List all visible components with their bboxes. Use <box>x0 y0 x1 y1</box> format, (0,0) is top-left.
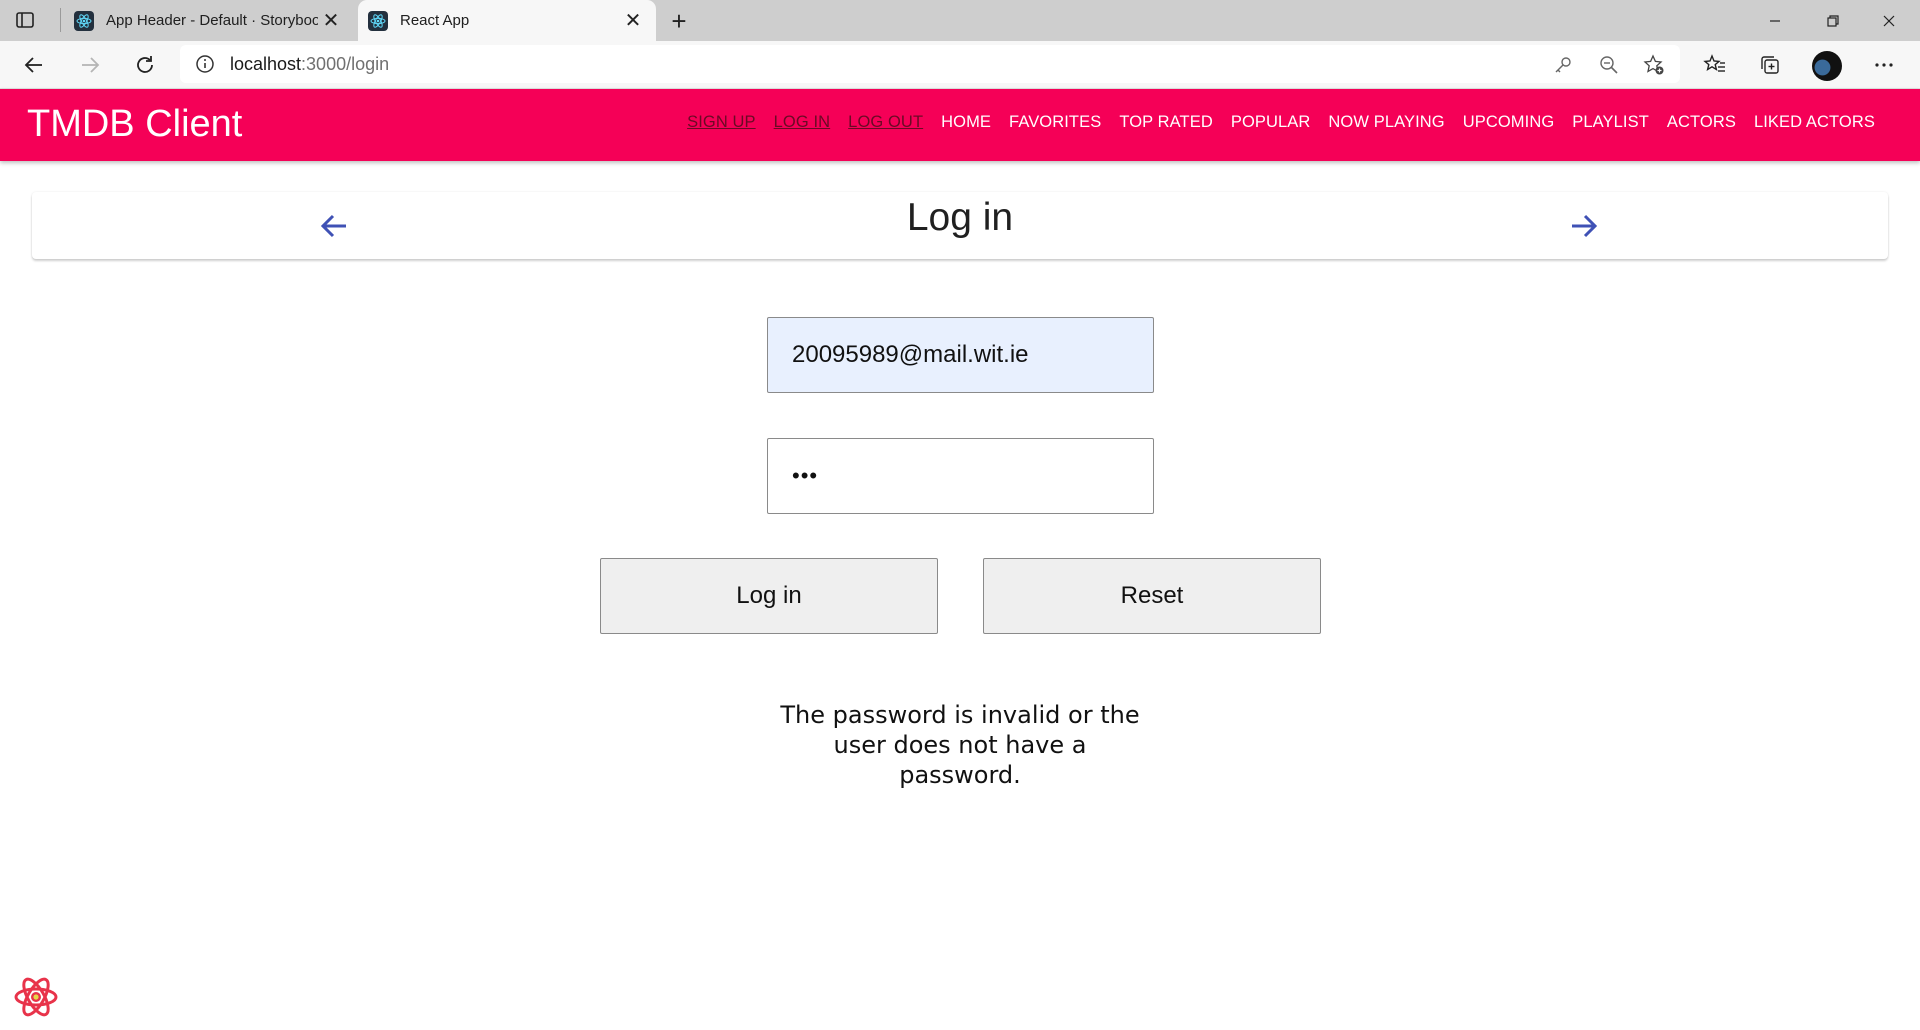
menu-item-favorites[interactable]: FAVORITES <box>1000 113 1110 132</box>
menu-item-playlist[interactable]: PLAYLIST <box>1563 113 1658 132</box>
error-line: user does not have a <box>833 731 1087 759</box>
arrow-forward-icon[interactable] <box>1564 206 1604 246</box>
browser-tab-react-app[interactable]: React App ✕ <box>358 0 656 41</box>
refresh-icon[interactable] <box>127 47 163 83</box>
zoom-out-icon[interactable] <box>1598 54 1620 76</box>
close-icon[interactable]: ✕ <box>318 8 344 34</box>
tab-title: App Header - Default · Storybook <box>106 12 318 29</box>
error-line: The password is invalid or the <box>780 701 1140 729</box>
new-tab-icon[interactable]: + <box>664 6 694 36</box>
password-field[interactable]: ••• <box>767 438 1154 514</box>
page-title: Log in <box>906 196 1014 239</box>
error-message: The password is invalid or the user does… <box>760 700 1160 790</box>
app-header: TMDB Client SIGN UP LOG IN LOG OUT HOME … <box>0 89 1920 161</box>
url-text: localhost:3000/login <box>230 54 389 75</box>
menu-item-popular[interactable]: POPULAR <box>1222 113 1320 132</box>
info-icon[interactable] <box>194 53 216 75</box>
key-icon[interactable] <box>1552 54 1574 76</box>
more-icon[interactable] <box>1866 47 1902 83</box>
browser-tab-strip: App Header - Default · Storybook ✕ React… <box>0 0 1920 41</box>
menu-item-now-playing[interactable]: NOW PLAYING <box>1319 113 1453 132</box>
menu-item-top-rated[interactable]: TOP RATED <box>1110 113 1222 132</box>
site-menu: SIGN UP LOG IN LOG OUT HOME FAVORITES TO… <box>678 113 1884 132</box>
menu-item-log-out[interactable]: LOG OUT <box>839 113 932 132</box>
page-header: Log in <box>32 192 1888 259</box>
add-favorite-icon[interactable] <box>1643 54 1665 76</box>
menu-item-sign-up[interactable]: SIGN UP <box>678 113 765 132</box>
url-host: localhost <box>230 53 302 74</box>
menu-item-upcoming[interactable]: UPCOMING <box>1454 113 1564 132</box>
tab-separator <box>60 8 61 32</box>
profile-avatar[interactable] <box>1812 51 1842 81</box>
close-window-icon[interactable] <box>1866 0 1912 41</box>
url-path: :3000/login <box>301 53 390 74</box>
email-field[interactable]: 20095989@mail.wit.ie <box>767 317 1154 393</box>
address-bar[interactable]: localhost:3000/login <box>180 45 1680 83</box>
browser-tab-storybook[interactable]: App Header - Default · Storybook ✕ <box>64 0 354 41</box>
close-icon[interactable]: ✕ <box>620 8 646 34</box>
react-favicon-icon <box>368 10 388 31</box>
menu-item-log-in[interactable]: LOG IN <box>765 113 840 132</box>
react-favicon-icon <box>74 10 94 31</box>
react-logo-icon[interactable] <box>12 973 60 1021</box>
tab-actions-icon[interactable] <box>14 9 36 31</box>
browser-toolbar: localhost:3000/login <box>0 41 1920 89</box>
menu-item-liked-actors[interactable]: LIKED ACTORS <box>1745 113 1884 132</box>
menu-item-home[interactable]: HOME <box>932 113 1000 132</box>
forward-icon[interactable] <box>72 47 108 83</box>
reset-button[interactable]: Reset <box>983 558 1321 634</box>
back-icon[interactable] <box>16 47 52 83</box>
menu-item-actors[interactable]: ACTORS <box>1658 113 1745 132</box>
tab-title: React App <box>400 12 470 29</box>
restore-icon[interactable] <box>1810 0 1856 41</box>
login-button[interactable]: Log in <box>600 558 938 634</box>
minimize-icon[interactable] <box>1752 0 1798 41</box>
app-title: TMDB Client <box>27 103 243 145</box>
error-line: password. <box>899 761 1021 789</box>
collections-icon[interactable] <box>1752 47 1788 83</box>
favorites-icon[interactable] <box>1697 47 1733 83</box>
